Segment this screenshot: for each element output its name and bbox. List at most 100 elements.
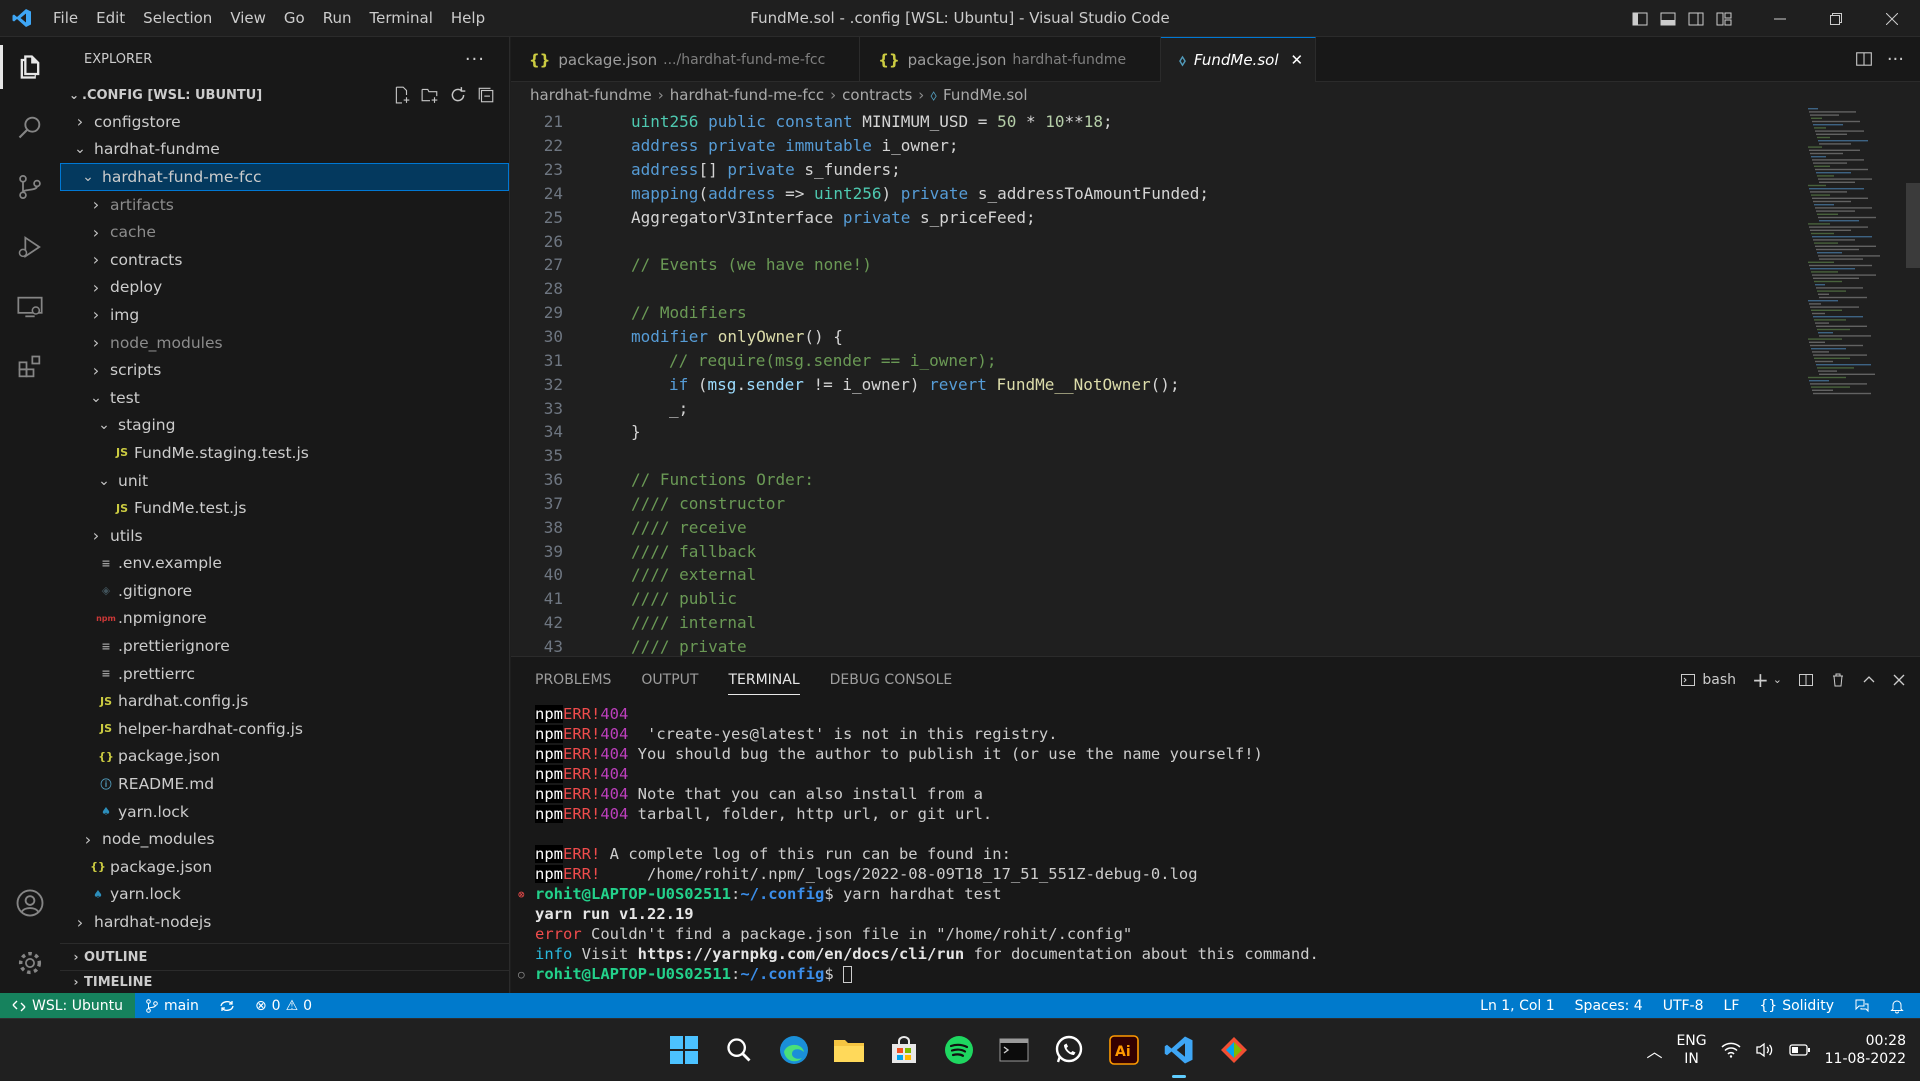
split-editor-icon[interactable]: [1855, 50, 1873, 68]
file-row[interactable]: ≡ .env.example: [60, 550, 509, 578]
folder-row[interactable]: ⌄ hardhat-fundme: [60, 136, 509, 164]
folder-row[interactable]: ⌄ unit: [60, 467, 509, 495]
run-debug-icon[interactable]: [0, 217, 60, 277]
sync-icon[interactable]: [209, 999, 245, 1013]
refresh-icon[interactable]: [449, 86, 467, 104]
folder-row[interactable]: › contracts: [60, 246, 509, 274]
file-row[interactable]: ♠ yarn.lock: [60, 798, 509, 826]
volume-icon[interactable]: [1755, 1042, 1775, 1058]
file-explorer-icon[interactable]: [831, 1032, 867, 1068]
language-mode[interactable]: {} Solidity: [1749, 998, 1844, 1014]
menu-go[interactable]: Go: [275, 0, 314, 37]
file-row[interactable]: {} package.json: [60, 743, 509, 771]
file-row[interactable]: npm .npmignore: [60, 605, 509, 633]
clock[interactable]: 00:28 11-08-2022: [1825, 1032, 1906, 1068]
git-kraken-icon[interactable]: [1216, 1032, 1252, 1068]
breadcrumb-item[interactable]: hardhat-fund-me-fcc: [670, 86, 824, 104]
whatsapp-icon[interactable]: [1051, 1032, 1087, 1068]
customize-layout-icon[interactable]: [1710, 0, 1738, 37]
breadcrumb-item[interactable]: hardhat-fundme: [530, 86, 652, 104]
minimap[interactable]: [1804, 108, 1904, 408]
windows-start-icon[interactable]: [666, 1032, 702, 1068]
file-row[interactable]: ⓘ README.md: [60, 770, 509, 798]
menu-file[interactable]: File: [44, 0, 87, 37]
language-indicator[interactable]: ENG IN: [1676, 1032, 1706, 1068]
close-tab-icon[interactable]: ✕: [1290, 51, 1303, 69]
toggle-primary-sidebar-icon[interactable]: [1626, 0, 1654, 37]
menu-help[interactable]: Help: [442, 0, 494, 37]
folder-row[interactable]: › configstore: [60, 108, 509, 136]
adobe-illustrator-icon[interactable]: Ai: [1106, 1032, 1142, 1068]
spotify-icon[interactable]: [941, 1032, 977, 1068]
wifi-icon[interactable]: [1721, 1042, 1741, 1058]
new-folder-icon[interactable]: [421, 86, 439, 104]
end-of-line[interactable]: LF: [1714, 998, 1750, 1014]
battery-icon[interactable]: [1788, 1043, 1811, 1057]
more-actions-icon[interactable]: ···: [465, 49, 485, 70]
outline-section[interactable]: › OUTLINE: [60, 943, 509, 970]
new-terminal-icon[interactable]: +: [1752, 668, 1769, 692]
menu-selection[interactable]: Selection: [134, 0, 221, 37]
remote-indicator[interactable]: WSL: Ubuntu: [0, 993, 135, 1018]
file-row[interactable]: ≡ .prettierignore: [60, 632, 509, 660]
terminal-output[interactable]: npm ERR! 404 npm ERR! 404 'create-yes@lat…: [511, 702, 1920, 984]
restore-icon[interactable]: [1808, 0, 1864, 37]
file-row[interactable]: JS helper-hardhat-config.js: [60, 715, 509, 743]
new-file-icon[interactable]: [393, 86, 411, 104]
close-window-icon[interactable]: [1864, 0, 1920, 37]
menu-run[interactable]: Run: [314, 0, 361, 37]
file-row[interactable]: JS hardhat.config.js: [60, 687, 509, 715]
split-terminal-icon[interactable]: [1798, 672, 1814, 688]
breadcrumb-item[interactable]: contracts: [842, 86, 912, 104]
collapse-all-icon[interactable]: [477, 86, 495, 104]
terminal-shell-selector[interactable]: bash: [1680, 672, 1736, 688]
editor-tab[interactable]: ⬨ FundMe.sol ✕: [1161, 37, 1317, 82]
indentation[interactable]: Spaces: 4: [1565, 998, 1653, 1014]
panel-tab-terminal[interactable]: TERMINAL: [728, 665, 800, 695]
minimize-icon[interactable]: [1752, 0, 1808, 37]
kill-terminal-icon[interactable]: [1830, 672, 1846, 688]
toggle-panel-icon[interactable]: [1654, 0, 1682, 37]
workspace-section[interactable]: ⌄ .CONFIG [WSL: UBUNTU]: [60, 82, 509, 108]
vscode-taskbar-icon[interactable]: [1161, 1032, 1197, 1078]
search-icon[interactable]: [0, 97, 60, 157]
close-panel-icon[interactable]: [1892, 673, 1906, 687]
manage-gear-icon[interactable]: [0, 933, 60, 993]
file-row[interactable]: JS FundMe.staging.test.js: [60, 439, 509, 467]
taskbar-search-icon[interactable]: [721, 1032, 757, 1068]
code-editor[interactable]: 21 uint256 public constant MINIMUM_USD = …: [511, 108, 1920, 656]
maximize-panel-icon[interactable]: [1862, 673, 1876, 687]
menu-view[interactable]: View: [221, 0, 275, 37]
file-row[interactable]: JS FundMe.test.js: [60, 494, 509, 522]
editor-tab[interactable]: {} package.json .../hardhat-fund-me-fcc: [511, 37, 861, 82]
accounts-icon[interactable]: [0, 873, 60, 933]
branch-indicator[interactable]: main: [135, 998, 209, 1014]
file-row[interactable]: ◈ .gitignore: [60, 577, 509, 605]
feedback-icon[interactable]: [1844, 998, 1880, 1014]
problems-indicator[interactable]: ⊗ 0 ⚠ 0: [245, 998, 322, 1014]
folder-row[interactable]: › img: [60, 301, 509, 329]
source-control-icon[interactable]: [0, 157, 60, 217]
folder-row[interactable]: › node_modules: [60, 825, 509, 853]
folder-row[interactable]: ⌄ test: [60, 384, 509, 412]
encoding[interactable]: UTF-8: [1653, 998, 1714, 1014]
terminal-app-icon[interactable]: [996, 1032, 1032, 1068]
folder-row[interactable]: › node_modules: [60, 329, 509, 357]
folder-row[interactable]: ⌄ staging: [60, 412, 509, 440]
folder-row[interactable]: › scripts: [60, 356, 509, 384]
folder-row[interactable]: › deploy: [60, 274, 509, 302]
file-row[interactable]: ♠ yarn.lock: [60, 881, 509, 909]
cursor-position[interactable]: Ln 1, Col 1: [1470, 998, 1565, 1014]
timeline-section[interactable]: › TIMELINE: [60, 970, 509, 993]
editor-more-actions-icon[interactable]: ···: [1887, 49, 1904, 70]
editor-tab[interactable]: {} package.json hardhat-fundme: [860, 37, 1162, 82]
panel-tab-output[interactable]: OUTPUT: [641, 672, 698, 688]
toggle-secondary-sidebar-icon[interactable]: [1682, 0, 1710, 37]
extensions-icon[interactable]: [0, 337, 60, 397]
folder-row[interactable]: › hardhat-nodejs: [60, 908, 509, 936]
file-row[interactable]: ≡ .prettierrc: [60, 660, 509, 688]
edge-browser-icon[interactable]: [776, 1032, 812, 1068]
notifications-bell-icon[interactable]: [1880, 998, 1914, 1014]
menu-terminal[interactable]: Terminal: [361, 0, 442, 37]
show-hidden-icons-chevron-icon[interactable]: ︿: [1646, 1038, 1662, 1062]
